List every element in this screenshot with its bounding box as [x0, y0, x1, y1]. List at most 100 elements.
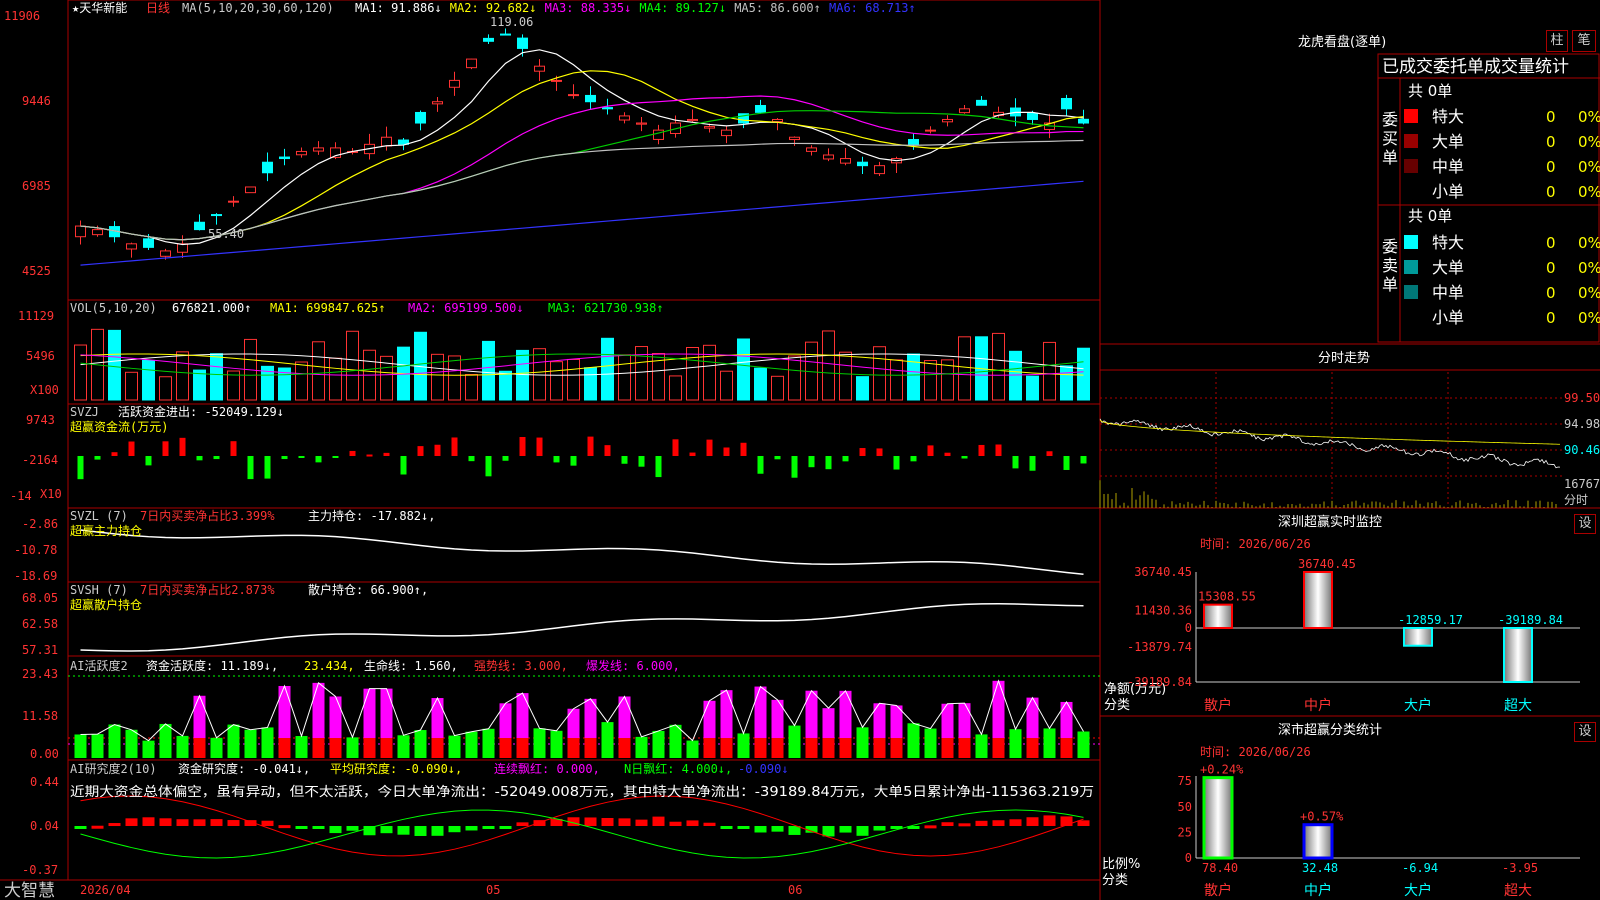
row-name: 中单 [1432, 283, 1464, 302]
activity-bar [210, 737, 223, 758]
activity-bar [397, 735, 410, 758]
legend-swatch [1404, 159, 1418, 173]
research-bar [703, 822, 716, 826]
row-pct: 0% [1578, 259, 1600, 277]
y-label: -2.86 [22, 517, 58, 531]
candle-body [1078, 118, 1089, 124]
classify-bar-value: 78.40 [1202, 861, 1238, 875]
y-label: 6985 [22, 179, 51, 193]
activity-bar [1026, 738, 1039, 758]
ma-legend-item: MA4: 89.127↓ [639, 1, 726, 15]
flow-bar [1080, 456, 1087, 464]
activity-bar [839, 738, 852, 758]
research-bar [1043, 815, 1056, 826]
flow-bar [366, 454, 373, 457]
tick-view-button[interactable]: 笔 [1572, 30, 1596, 52]
svzj-panel[interactable] [77, 436, 1087, 480]
volume-bar [856, 376, 869, 401]
y-label: 0.04 [30, 819, 59, 833]
research-bar [822, 826, 835, 837]
classify-y-label: 0 [1185, 851, 1192, 865]
ma-legend-item: MA2: 92.682↓ [450, 1, 537, 15]
activity-bar [669, 724, 682, 758]
candle-body [704, 126, 715, 129]
research-bar [754, 826, 767, 833]
fenshi-title: 分时走势 [1318, 350, 1370, 366]
volume-bar [1077, 347, 1090, 401]
candle-body [619, 115, 630, 121]
y-label: 94.98 [1564, 417, 1600, 431]
classify-bar-value: 32.48 [1302, 861, 1338, 875]
ai-activity-panel[interactable] [68, 675, 1100, 758]
flow-bar [944, 452, 951, 456]
research-bar [992, 820, 1005, 826]
candle-body [959, 108, 970, 114]
flow-bar [213, 456, 220, 460]
period-label[interactable]: 日线 [146, 1, 170, 15]
candle-body [874, 165, 885, 175]
flow-bar [111, 452, 118, 456]
candle-body [262, 161, 273, 174]
volume-bar [873, 346, 886, 401]
legend-swatch [1404, 235, 1418, 249]
classify-settings-button[interactable]: 设 [1574, 722, 1596, 742]
candle-body [211, 214, 222, 217]
research-bar [584, 817, 597, 826]
candle-body [857, 161, 868, 167]
ai2-v3: 连续飘红: 0.000, [494, 761, 600, 776]
vol-value: 676821.000↑ [172, 301, 251, 315]
activity-bar [771, 738, 784, 758]
chart-canvas[interactable]: ★天华新能 日线 MA(5,10,20,30,60,120) MA1: 91.8… [0, 0, 1600, 900]
svzj-title: SVZJ [70, 405, 99, 419]
research-line [80, 809, 1084, 859]
monitor-bar-value: 15308.55 [1198, 590, 1256, 604]
classify-bar-value: -3.95 [1502, 861, 1538, 875]
volume-bar [193, 369, 206, 401]
brand-logo: 大智慧 [4, 881, 55, 900]
monitor-y-label: 36740.45 [1134, 565, 1192, 579]
monitor-bar [1303, 571, 1333, 629]
svzl-sub: 超赢主力持仓 [70, 523, 142, 538]
activity-bar [686, 740, 699, 758]
flow-bar [417, 446, 424, 456]
svsh-panel[interactable] [80, 603, 1084, 652]
volume-bar [890, 359, 903, 401]
panel-frame [67, 0, 1101, 301]
flow-bar [502, 456, 509, 461]
volume-bar [567, 358, 580, 401]
candle-body [245, 186, 256, 194]
flow-bar [400, 456, 407, 475]
volume-bar [448, 355, 461, 401]
vol-title: VOL(5,10,20) [70, 301, 157, 315]
research-bar [227, 820, 240, 826]
ai1-desc: 资金活跃度: 11.189↓, [146, 658, 278, 673]
volume-bar [74, 344, 87, 401]
ai-research-panel[interactable] [74, 795, 1090, 859]
activity-bar [431, 738, 444, 758]
volume-bar [1026, 375, 1039, 401]
row-name: 特大 [1432, 233, 1464, 252]
fenshi-price-line [1099, 418, 1561, 469]
monitor-category: 超大 [1504, 698, 1532, 714]
candle-body [449, 79, 460, 88]
volume-panel[interactable] [74, 328, 1090, 401]
research-bar [601, 817, 614, 826]
column-view-button[interactable]: 柱 [1546, 30, 1568, 52]
classify-bar-value: -6.94 [1402, 861, 1438, 875]
svzl-panel[interactable] [80, 529, 1084, 575]
activity-bar [890, 738, 903, 758]
ai1-v2: 23.434, [304, 659, 355, 673]
monitor-settings-button[interactable]: 设 [1574, 514, 1596, 534]
activity-bar [1009, 729, 1022, 758]
volume-bar [924, 360, 937, 401]
flow-bar [740, 442, 747, 456]
research-bar [295, 826, 308, 829]
activity-bar [550, 730, 563, 758]
y-label: 11.58 [22, 709, 58, 723]
ma-line [80, 139, 1084, 241]
row-count: 0 [1546, 158, 1556, 176]
row-count: 0 [1546, 183, 1556, 201]
flow-bar [893, 456, 900, 470]
activity-bar [516, 738, 529, 758]
svzl-desc2: 主力持仓: -17.882↓, [308, 508, 435, 523]
